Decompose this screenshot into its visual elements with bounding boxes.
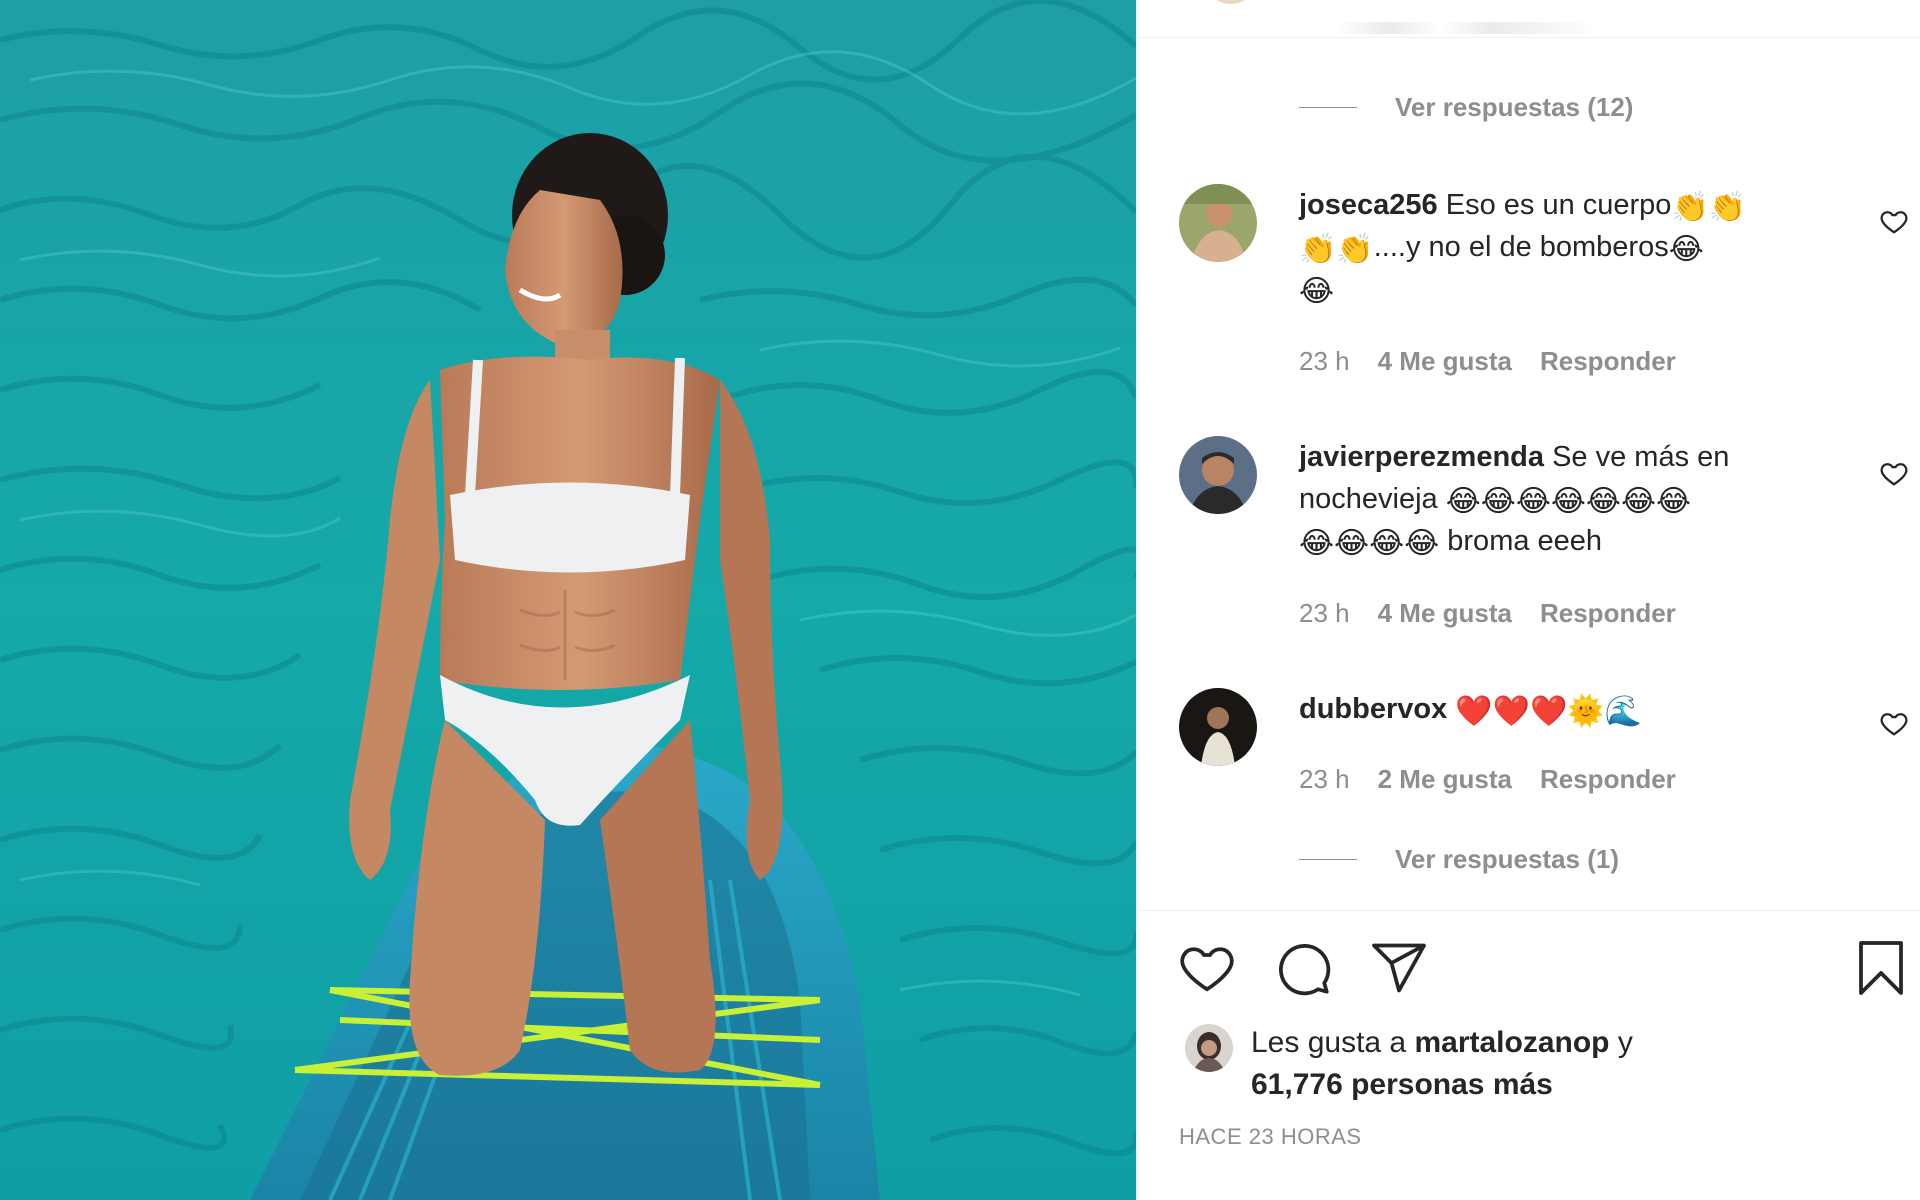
reply-thread-line	[1299, 107, 1357, 108]
like-icon[interactable]	[1177, 938, 1237, 998]
view-replies-label: Ver respuestas (1)	[1395, 844, 1620, 874]
comment-text: joseca256 Eso es un cuerpo👏👏 👏👏....y no …	[1299, 189, 1747, 308]
divider	[1137, 910, 1920, 911]
liked-by-username[interactable]: martalozanop	[1414, 1026, 1609, 1059]
reply-thread-line	[1299, 859, 1357, 860]
heart-outline-icon[interactable]	[1879, 458, 1909, 488]
likes-count[interactable]: 61,776 personas más	[1251, 1068, 1553, 1101]
avatar[interactable]	[1179, 688, 1257, 766]
comment-item: joseca256 Eso es un cuerpo👏👏 👏👏....y no …	[1179, 184, 1908, 384]
avatar[interactable]	[1179, 436, 1257, 514]
comment-time[interactable]: 23 h	[1299, 346, 1350, 377]
heart-outline-icon[interactable]	[1879, 708, 1909, 738]
avatar	[1209, 0, 1253, 4]
laughing-emoji: 😂😂😂😂😂😂😂	[1445, 485, 1692, 518]
hearts-sun-wave-emoji: ❤️❤️❤️🌞🌊	[1455, 695, 1643, 728]
comment-username[interactable]: dubbervox	[1299, 693, 1447, 725]
comment-meta: 23 h 4 Me gusta Responder	[1299, 346, 1676, 377]
reply-button[interactable]: Responder	[1540, 764, 1676, 795]
comment-text: dubbervox ❤️❤️❤️🌞🌊	[1299, 688, 1819, 730]
instagram-post-view: Ver respuestas (12) joseca256 Eso es un …	[0, 0, 1920, 1200]
save-icon[interactable]	[1851, 938, 1911, 998]
comment-item: dubbervox ❤️❤️❤️🌞🌊 23 h 2 Me gusta Respo…	[1179, 688, 1908, 808]
comment-meta: 23 h 4 Me gusta Responder	[1299, 598, 1676, 629]
comment-likes[interactable]: 4 Me gusta	[1378, 598, 1512, 629]
comment-username[interactable]: joseca256	[1299, 189, 1438, 221]
comment-icon[interactable]	[1273, 938, 1333, 998]
avatar[interactable]	[1179, 184, 1257, 262]
photo-illustration	[0, 0, 1136, 1200]
reply-button[interactable]: Responder	[1540, 598, 1676, 629]
comment-time[interactable]: 23 h	[1299, 598, 1350, 629]
comments-panel: Ver respuestas (12) joseca256 Eso es un …	[1136, 0, 1920, 1200]
comment-likes[interactable]: 2 Me gusta	[1378, 764, 1512, 795]
liked-by-text: Les gusta a martalozanop y 61,776 person…	[1251, 1026, 1633, 1101]
comment-text: javierperezmenda Se ve más en nochevieja…	[1299, 441, 1730, 560]
heart-outline-icon[interactable]	[1879, 206, 1909, 236]
post-timestamp[interactable]: HACE 23 HORAS	[1179, 1124, 1362, 1150]
view-replies-button[interactable]: Ver respuestas (12)	[1299, 92, 1633, 123]
comment-item: javierperezmenda Se ve más en nochevieja…	[1179, 436, 1908, 636]
share-icon[interactable]	[1369, 938, 1429, 998]
comment-meta: 23 h 2 Me gusta Responder	[1299, 764, 1676, 795]
laughing-emoji: 😂	[1299, 275, 1335, 308]
avatar[interactable]	[1185, 1024, 1233, 1072]
reply-button[interactable]: Responder	[1540, 346, 1676, 377]
clapping-emoji: 👏👏	[1671, 191, 1747, 224]
clapping-emoji: 👏👏	[1299, 233, 1374, 266]
view-replies-label: Ver respuestas (12)	[1395, 92, 1634, 122]
post-photo[interactable]	[0, 0, 1136, 1200]
laughing-emoji: 😂😂😂😂	[1299, 527, 1440, 560]
view-replies-button[interactable]: Ver respuestas (1)	[1299, 844, 1619, 875]
comment-likes[interactable]: 4 Me gusta	[1378, 346, 1512, 377]
comment-username[interactable]: javierperezmenda	[1299, 441, 1544, 473]
previous-comment-clipped	[1137, 0, 1920, 38]
comment-time[interactable]: 23 h	[1299, 764, 1350, 795]
laughing-emoji: 😂	[1668, 233, 1704, 266]
